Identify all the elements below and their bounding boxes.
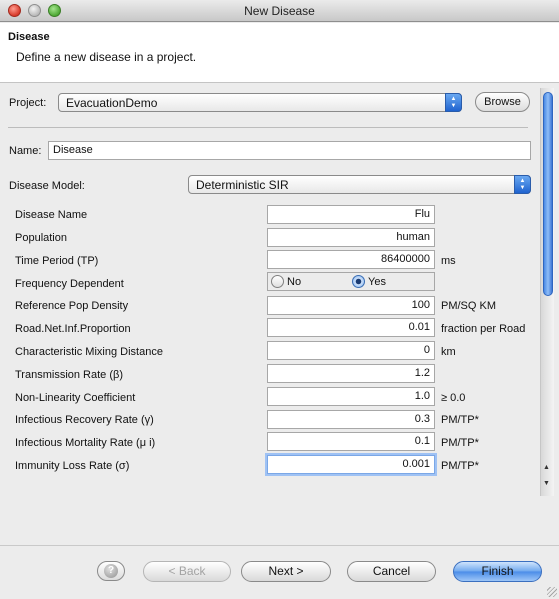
window-title: New Disease [244,4,315,18]
param-label: Immunity Loss Rate (σ) [15,460,130,472]
frequency-dependent-group: No Yes [267,272,435,291]
scroll-down-icon[interactable]: ▼ [543,480,550,487]
vertical-scrollbar[interactable]: ▲ ▼ [540,88,554,496]
radio-no-label: No [287,276,302,288]
param-label: Infectious Mortality Rate (μ i) [15,437,156,449]
param-label: Population [15,232,67,244]
recovery-rate-field[interactable]: 0.3 [267,410,435,429]
population-field[interactable]: human [267,228,435,247]
immunity-loss-rate-field[interactable]: 0.001 [267,455,435,474]
param-unit: fraction per Road [441,323,526,335]
param-label: Reference Pop Density [15,300,129,312]
help-button[interactable]: ? [97,561,125,581]
mixing-distance-field[interactable]: 0 [267,341,435,360]
road-net-inf-proportion-field[interactable]: 0.01 [267,318,435,337]
page-title: Disease [8,31,50,43]
project-label: Project: [9,97,47,109]
disease-model-select[interactable]: Deterministic SIR ▲ ▼ [188,175,531,194]
wizard-header: Disease Define a new disease in a projec… [0,23,559,83]
disease-name-field[interactable]: Flu [267,205,435,224]
param-label: Characteristic Mixing Distance [15,346,163,358]
project-select[interactable]: EvacuationDemo ▲ ▼ [58,93,462,112]
param-label: Road.Net.Inf.Proportion [15,323,131,335]
scroll-up-icon[interactable]: ▲ [543,464,550,471]
param-unit: ms [441,255,456,267]
mortality-rate-field[interactable]: 0.1 [267,432,435,451]
disease-model-value: Deterministic SIR [196,178,289,192]
param-label: Frequency Dependent [15,278,124,290]
dropdown-arrow-icon: ▲ ▼ [445,93,462,112]
radio-no[interactable] [271,275,284,288]
disease-model-label: Disease Model: [9,180,85,192]
time-period-field[interactable]: 86400000 [267,250,435,269]
param-label: Infectious Recovery Rate (γ) [15,414,154,426]
param-unit: PM/TP* [441,437,479,449]
resize-grip-icon[interactable] [547,587,557,597]
param-unit: PM/SQ KM [441,300,497,312]
param-unit: PM/TP* [441,460,479,472]
reference-pop-density-field[interactable]: 100 [267,296,435,315]
param-unit: PM/TP* [441,414,479,426]
finish-button[interactable]: Finish [453,561,542,582]
help-icon: ? [104,564,118,578]
divider [8,127,528,128]
non-linearity-coefficient-field[interactable]: 1.0 [267,387,435,406]
dropdown-arrow-icon: ▲ ▼ [514,175,531,194]
page-description: Define a new disease in a project. [16,50,197,64]
browse-button[interactable]: Browse [475,92,530,112]
param-label: Non-Linearity Coefficient [15,392,136,404]
radio-yes-label: Yes [368,276,386,288]
param-unit: km [441,346,456,358]
back-button[interactable]: < Back [143,561,231,582]
name-label: Name: [9,145,42,157]
param-label: Time Period (TP) [15,255,99,267]
project-value: EvacuationDemo [66,96,158,110]
name-field[interactable]: Disease [48,141,531,160]
transmission-rate-field[interactable]: 1.2 [267,364,435,383]
cancel-button[interactable]: Cancel [347,561,436,582]
param-unit: ≥ 0.0 [441,392,466,404]
next-button[interactable]: Next > [241,561,331,582]
param-label: Transmission Rate (β) [15,369,123,381]
title-bar: New Disease [0,0,559,22]
param-label: Disease Name [15,209,88,221]
radio-yes[interactable] [352,275,365,288]
scrollbar-thumb[interactable] [543,92,553,296]
footer-divider [0,545,559,546]
